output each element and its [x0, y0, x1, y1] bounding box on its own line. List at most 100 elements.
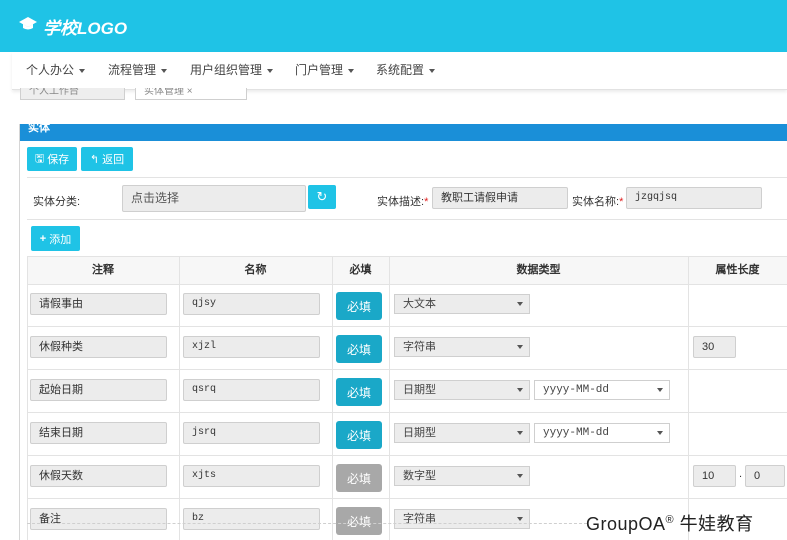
- logo-text: 学校LOGO: [43, 19, 128, 38]
- required-asterisk: *: [424, 196, 429, 208]
- grid-line: [27, 284, 787, 285]
- datatype-select[interactable]: 字符串: [394, 509, 530, 529]
- required-toggle[interactable]: 必填: [336, 378, 382, 406]
- row-name-input[interactable]: qsrq: [183, 379, 320, 401]
- select-arrow-icon: [657, 431, 663, 435]
- row-name-input[interactable]: xjzl: [183, 336, 320, 358]
- grid-line: [27, 498, 787, 499]
- name-label: 实体名称:*: [572, 193, 623, 209]
- select-value: 日期型: [403, 427, 436, 439]
- caret-down-icon: [161, 68, 168, 73]
- required-toggle[interactable]: 必填: [336, 335, 382, 363]
- col-header-datatype: 数据类型: [516, 264, 561, 276]
- row-comment-input[interactable]: 休假天数: [30, 465, 167, 487]
- date-format-select[interactable]: yyyy-MM-dd: [534, 423, 670, 443]
- category-label: 实体分类:: [33, 196, 81, 208]
- nav-label: 系统配置: [376, 63, 425, 77]
- caret-down-icon: [348, 68, 355, 73]
- select-value: 日期型: [403, 384, 436, 396]
- row-comment-input[interactable]: 结束日期: [30, 422, 167, 444]
- datatype-select[interactable]: 数字型: [394, 466, 530, 486]
- category-picker[interactable]: 点击选择: [122, 185, 306, 212]
- select-value: yyyy-MM-dd: [543, 384, 610, 396]
- required-toggle[interactable]: 必填: [336, 507, 382, 535]
- divider: [27, 177, 787, 178]
- nav-label: 流程管理: [108, 63, 157, 77]
- name-input[interactable]: jzgqjsq: [626, 187, 762, 209]
- caret-down-icon: [79, 68, 86, 73]
- select-arrow-icon: [517, 431, 523, 435]
- caret-down-icon: [267, 68, 274, 73]
- tab-entity-management[interactable]: 实体管理 ×: [135, 88, 247, 100]
- grid-line: [179, 256, 180, 540]
- col-header-length: 属性长度: [715, 264, 760, 276]
- row-comment-input[interactable]: 休假种类: [30, 336, 167, 358]
- datatype-select[interactable]: 大文本: [394, 294, 530, 314]
- top-bar: 学校LOGO: [0, 0, 787, 52]
- select-arrow-icon: [517, 388, 523, 392]
- tab-workbench[interactable]: 个人工作台: [20, 88, 125, 100]
- select-arrow-icon: [517, 302, 523, 306]
- desc-input[interactable]: 教职工请假申请: [432, 187, 568, 209]
- row-name-input[interactable]: xjts: [183, 465, 320, 487]
- row-name-input[interactable]: jsrq: [183, 422, 320, 444]
- nav-label: 用户组织管理: [190, 63, 263, 77]
- required-toggle[interactable]: 必填: [336, 421, 382, 449]
- nav-system-config[interactable]: 系统配置: [376, 61, 436, 78]
- refresh-icon: ↻: [316, 189, 328, 204]
- datatype-select[interactable]: 字符串: [394, 337, 530, 357]
- length-input[interactable]: 10: [693, 465, 736, 487]
- refresh-button[interactable]: ↻: [308, 185, 336, 209]
- col-header-name: 名称: [244, 264, 267, 276]
- date-format-select[interactable]: yyyy-MM-dd: [534, 380, 670, 400]
- tab-label: 个人工作台: [29, 88, 79, 97]
- decimal-separator: .: [739, 468, 743, 480]
- divider: [27, 219, 787, 220]
- row-name-input[interactable]: qjsy: [183, 293, 320, 315]
- col-header-comment: 注释: [92, 264, 114, 276]
- add-button[interactable]: + 添加: [31, 226, 80, 251]
- desc-label-text: 实体描述:: [377, 196, 425, 208]
- nav-user-org-management[interactable]: 用户组织管理: [190, 61, 274, 78]
- back-button[interactable]: ↰ 返回: [81, 147, 133, 171]
- grid-line: [27, 256, 28, 540]
- nav-portal-management[interactable]: 门户管理: [295, 61, 355, 78]
- row-comment-input[interactable]: 请假事由: [30, 293, 167, 315]
- nav-personal-office[interactable]: 个人办公: [26, 61, 86, 78]
- decimal-input[interactable]: 0: [745, 465, 785, 487]
- name-label-text: 实体名称:: [572, 196, 620, 208]
- col-header-required: 必填: [349, 264, 372, 276]
- select-arrow-icon: [517, 517, 523, 521]
- panel-title: 实体: [20, 124, 787, 141]
- select-value: 字符串: [403, 341, 436, 353]
- row-name-input[interactable]: bz: [183, 508, 320, 530]
- save-label: 保存: [47, 154, 70, 166]
- required-toggle[interactable]: 必填: [336, 464, 382, 492]
- nav-label: 个人办公: [26, 63, 75, 77]
- select-arrow-icon: [517, 345, 523, 349]
- row-comment-input[interactable]: 起始日期: [30, 379, 167, 401]
- grid-line: [332, 256, 333, 540]
- main-nav: 个人办公 流程管理 用户组织管理 门户管理 系统配置: [12, 52, 787, 90]
- nav-process-management[interactable]: 流程管理: [108, 61, 168, 78]
- back-label: 返回: [102, 154, 125, 166]
- length-input[interactable]: 30: [693, 336, 736, 358]
- watermark-suffix: 牛娃教育: [674, 514, 754, 534]
- grid-line: [27, 369, 787, 370]
- grid-line: [688, 256, 689, 540]
- select-arrow-icon: [657, 388, 663, 392]
- row-comment-input[interactable]: 备注: [30, 508, 167, 530]
- close-icon[interactable]: ×: [187, 88, 193, 97]
- datatype-select[interactable]: 日期型: [394, 423, 530, 443]
- save-icon: 🖫: [34, 152, 45, 165]
- nav-label: 门户管理: [295, 63, 344, 77]
- dashed-divider: [27, 523, 587, 524]
- logo[interactable]: 学校LOGO: [18, 14, 127, 39]
- required-toggle[interactable]: 必填: [336, 292, 382, 320]
- datatype-select[interactable]: 日期型: [394, 380, 530, 400]
- save-button[interactable]: 🖫 保存: [27, 147, 77, 171]
- registered-mark: ®: [665, 514, 675, 526]
- watermark: GroupOA® 牛娃教育: [586, 510, 754, 536]
- select-value: 数字型: [403, 470, 436, 482]
- plus-icon: +: [39, 232, 47, 245]
